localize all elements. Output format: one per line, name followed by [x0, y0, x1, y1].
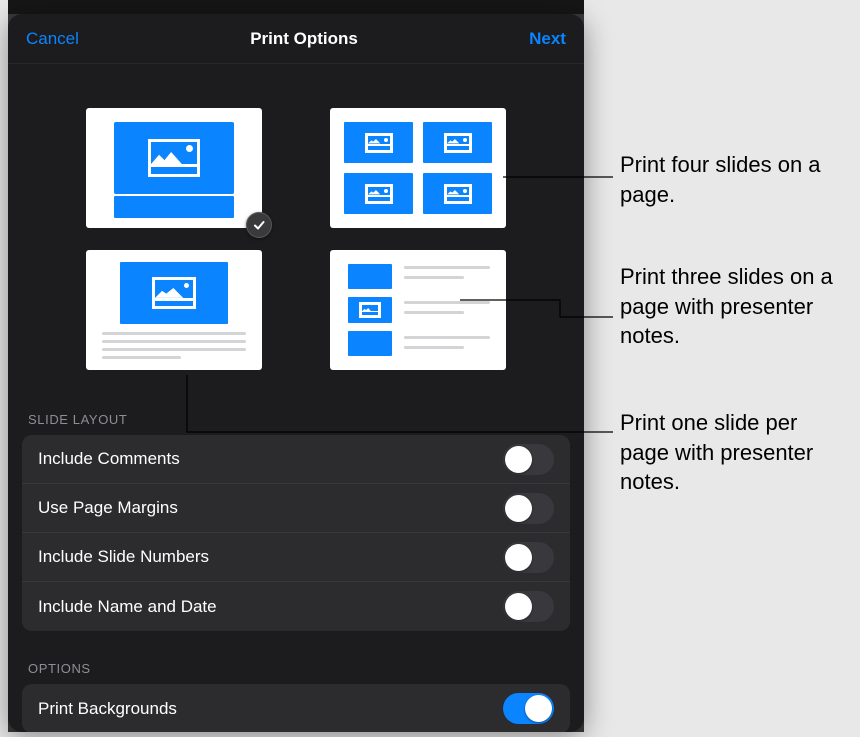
callout-three-notes: Print three slides on a page with presen…	[620, 262, 860, 351]
callout-one-notes: Print one slide per page with presenter …	[620, 408, 850, 497]
callout-four-up: Print four slides on a page.	[620, 150, 840, 209]
